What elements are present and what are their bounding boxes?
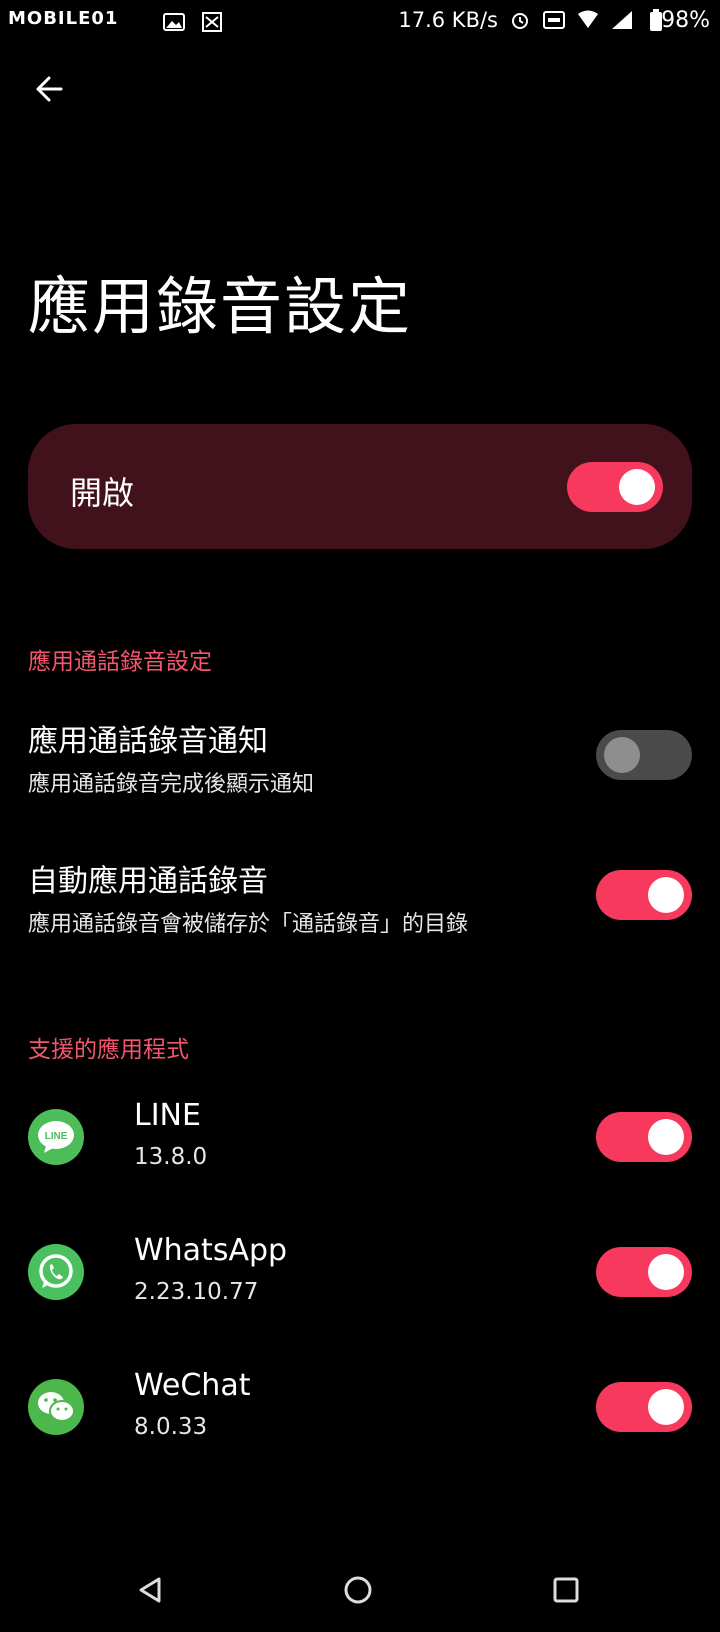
line-icon: LINE (28, 1109, 84, 1165)
square-recents-icon (553, 1577, 579, 1603)
master-toggle-card[interactable]: 開啟 (28, 424, 692, 549)
setting-title: 應用通話錄音通知 (28, 724, 268, 759)
app-name: LINE (134, 1098, 201, 1133)
circle-home-icon (344, 1576, 372, 1604)
app-row-whatsapp[interactable]: WhatsApp 2.23.10.77 (0, 1217, 720, 1327)
arrow-left-icon (36, 76, 63, 102)
app-row-line[interactable]: LINE LINE 13.8.0 (0, 1082, 720, 1192)
app-icon (200, 10, 224, 34)
signal-icon (610, 8, 634, 32)
line-switch[interactable] (596, 1112, 692, 1162)
status-right: 17.6 KB/s (398, 8, 668, 32)
switch-knob (619, 469, 655, 505)
whatsapp-icon (28, 1244, 84, 1300)
watermark: MOBILE01 (8, 8, 119, 29)
nav-back-button[interactable] (122, 1562, 178, 1618)
setting-subtitle: 應用通話錄音會被儲存於「通話錄音」的目錄 (28, 912, 469, 937)
page-title: 應用錄音設定 (28, 270, 413, 343)
section-header-call-recording: 應用通話錄音設定 (28, 649, 212, 675)
app-version: 2.23.10.77 (134, 1279, 259, 1305)
auto-record-switch[interactable] (596, 870, 692, 920)
switch-knob (648, 1119, 684, 1155)
notification-switch[interactable] (596, 730, 692, 780)
switch-knob (648, 1389, 684, 1425)
switch-knob (648, 877, 684, 913)
back-button[interactable] (26, 66, 72, 112)
app-name: WeChat (134, 1368, 251, 1403)
auto-icon (542, 8, 566, 32)
status-left-icons (162, 10, 224, 34)
setting-row-notification[interactable]: 應用通話錄音通知 應用通話錄音完成後顯示通知 (0, 710, 720, 820)
switch-knob (648, 1254, 684, 1290)
gallery-icon (162, 10, 186, 34)
nav-home-button[interactable] (330, 1562, 386, 1618)
master-label: 開啟 (70, 474, 135, 512)
app-version: 8.0.33 (134, 1414, 208, 1440)
setting-subtitle: 應用通話錄音完成後顯示通知 (28, 772, 315, 797)
setting-row-auto-record[interactable]: 自動應用通話錄音 應用通話錄音會被儲存於「通話錄音」的目錄 (0, 850, 720, 960)
nav-recents-button[interactable] (538, 1562, 594, 1618)
section-header-supported-apps: 支援的應用程式 (28, 1037, 189, 1063)
wechat-switch[interactable] (596, 1382, 692, 1432)
battery-percent: 98% (661, 8, 710, 33)
status-bar: MOBILE01 17.6 KB/s 98% (0, 0, 720, 46)
whatsapp-switch[interactable] (596, 1247, 692, 1297)
net-speed: 17.6 KB/s (398, 8, 498, 32)
alarm-icon (508, 8, 532, 32)
triangle-back-icon (139, 1577, 161, 1603)
navigation-bar (0, 1548, 720, 1632)
switch-knob (604, 737, 640, 773)
wechat-icon (28, 1379, 84, 1435)
app-row-wechat[interactable]: WeChat 8.0.33 (0, 1352, 720, 1462)
app-name: WhatsApp (134, 1233, 288, 1268)
svg-text:LINE: LINE (45, 1131, 68, 1142)
master-switch[interactable] (567, 462, 663, 512)
wifi-icon (576, 8, 600, 32)
app-version: 13.8.0 (134, 1144, 208, 1170)
setting-title: 自動應用通話錄音 (28, 864, 268, 899)
